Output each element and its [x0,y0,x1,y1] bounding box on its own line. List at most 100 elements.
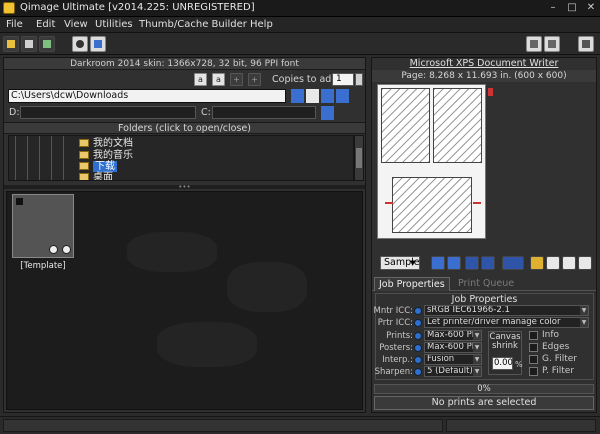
menu-view[interactable]: View [64,19,88,30]
document-edit-icon[interactable] [562,256,576,270]
folder-icon [79,139,89,147]
panel-splitter[interactable]: ••• [4,184,365,191]
tab-print-queue[interactable]: Print Queue [454,277,518,291]
preview-controls: Sample ▼ [372,255,596,271]
folder-icon [79,151,89,159]
prtr-icc-info-icon[interactable] [414,319,422,327]
mntr-icc-info-icon[interactable] [414,307,422,315]
refresh-button[interactable] [39,36,55,52]
status-bar [0,416,600,434]
folder-icon [79,173,89,180]
page-button[interactable] [90,36,106,52]
interp-info-icon[interactable] [414,356,422,364]
maximize-button[interactable]: □ [563,2,581,14]
copies-row: a a + + Copies to add: 1 [4,71,365,88]
progress-bar: 0% [374,384,594,394]
plus-multi-icon[interactable]: + [248,73,261,86]
plus-icon[interactable]: + [230,73,243,86]
options-icon[interactable] [62,245,71,254]
info-checkbox[interactable]: Info [529,330,589,341]
select-checkbox-icon[interactable] [16,198,23,205]
folder-tree-scrollbar[interactable] [354,135,364,181]
zoom-out-icon[interactable] [431,256,445,270]
main-toolbar [0,33,600,55]
prtr-icc-select[interactable]: Let printer/driver manage color ▼ [424,317,589,328]
document-icon[interactable] [546,256,560,270]
g-filter-checkbox[interactable]: G. Filter [529,354,589,365]
menu-edit[interactable]: Edit [36,19,55,30]
drive-d-field[interactable] [20,106,196,119]
sample-select[interactable]: Sample ▼ [380,256,420,270]
grid-layout-icon[interactable] [502,256,524,270]
preview-image-1[interactable] [381,88,430,163]
chevron-down-icon: ▼ [580,318,588,327]
selection-status: No prints are selected [374,396,594,410]
zoom-in-icon[interactable] [447,256,461,270]
canvas-shrink-box: Canvas shrink 0.00 % [488,331,523,375]
printer-setup-button[interactable] [526,36,542,52]
folder-tree: 我的文档 我的音乐 下载 桌面 [8,135,354,181]
view-list-icon[interactable] [306,89,319,103]
sharpen-select[interactable]: 5 (Default) ▼ [424,366,482,377]
preview-image-3[interactable] [392,177,472,233]
template-thumbnail[interactable] [12,194,74,258]
copies-input[interactable]: 1 [332,73,354,86]
interp-row: Interp.: [382,355,413,365]
drive-row: D: C: [4,106,365,120]
close-button[interactable]: ✕ [582,2,600,14]
printer-name-link[interactable]: Microsoft XPS Document Writer [372,58,596,70]
prints-select[interactable]: Max-600 PPI ▼ [424,330,482,341]
prtr-icc-row: Prtr ICC: [377,318,413,328]
title-bar: Qimage Ultimate [v2014.225: UNREGISTERED… [0,0,600,17]
folder-icon [79,162,89,170]
page-info: Page: 8.268 x 11.693 in. (600 x 600) [372,70,596,82]
window-title: Qimage Ultimate [v2014.225: UNREGISTERED… [20,2,255,13]
p-filter-checkbox[interactable]: P. Filter [529,366,589,377]
posters-row: Posters: [379,343,413,353]
print-button[interactable] [578,36,594,52]
printer-properties-button[interactable] [544,36,560,52]
canvas-shrink-input[interactable]: 0.00 [492,357,513,370]
add-selected-icon[interactable]: a [212,73,225,86]
status-cell-main [3,419,443,432]
folders-header[interactable]: Folders (click to open/close) [4,122,365,134]
arrow-right-icon [473,202,481,204]
record-button[interactable] [72,36,88,52]
menu-help[interactable]: Help [250,19,273,30]
interp-select[interactable]: Fusion ▼ [424,354,482,365]
multi-page-icon[interactable] [481,256,495,270]
posters-select[interactable]: Max-600 PPI ▼ [424,342,482,353]
mntr-icc-select[interactable]: sRGB IEC61966-2.1 ▼ [424,305,589,316]
save-button[interactable] [21,36,37,52]
sharpen-info-icon[interactable] [414,368,422,376]
copies-spinner[interactable] [355,73,363,86]
posters-info-icon[interactable] [414,344,422,352]
lock-icon[interactable] [530,256,544,270]
thumbnail-label: [Template] [20,261,66,271]
page-preview[interactable] [377,84,486,239]
edges-checkbox[interactable]: Edges [529,342,589,353]
back-arrow-icon[interactable] [291,89,304,103]
mntr-icc-row: Mntr ICC: [373,306,414,316]
sort-icon[interactable] [336,89,349,103]
path-input[interactable]: C:\Users\dcw\Downloads [8,89,286,103]
tab-job-properties[interactable]: Job Properties [374,277,450,291]
menu-thumb-cache-builder[interactable]: Thumb/Cache Builder [139,19,247,30]
menu-utilities[interactable]: Utilities [95,19,133,30]
document-list-icon[interactable] [578,256,592,270]
minimize-button[interactable]: – [544,2,562,14]
chevron-down-icon: ▼ [473,355,481,364]
menu-file[interactable]: File [6,19,23,30]
drive-c-field[interactable] [212,106,316,119]
preview-image-2[interactable] [433,88,482,163]
page-view-icon[interactable] [465,256,479,270]
search-icon[interactable] [321,106,334,120]
chevron-down-icon: ▼ [473,343,481,352]
view-grid-icon[interactable] [321,89,334,103]
prints-row: Prints: [386,331,413,341]
add-all-icon[interactable]: a [194,73,207,86]
prints-info-icon[interactable] [414,332,422,340]
open-folder-button[interactable] [3,36,19,52]
canvas-shrink-label: Canvas shrink [489,332,521,351]
info-icon[interactable] [49,245,58,254]
